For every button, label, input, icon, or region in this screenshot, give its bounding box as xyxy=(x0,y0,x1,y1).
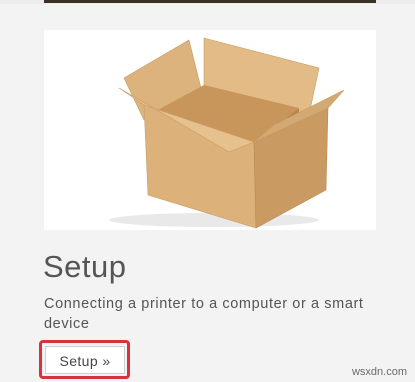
previous-card-image-edge xyxy=(44,0,376,3)
watermark: wsxdn.com xyxy=(351,366,407,378)
setup-button[interactable]: Setup » xyxy=(45,346,125,374)
card-description: Connecting a printer to a computer or a … xyxy=(44,296,364,332)
box-image xyxy=(44,30,376,230)
cardboard-box-illustration xyxy=(109,37,345,229)
card-title: Setup xyxy=(43,249,127,284)
previous-card-edge xyxy=(0,0,415,4)
